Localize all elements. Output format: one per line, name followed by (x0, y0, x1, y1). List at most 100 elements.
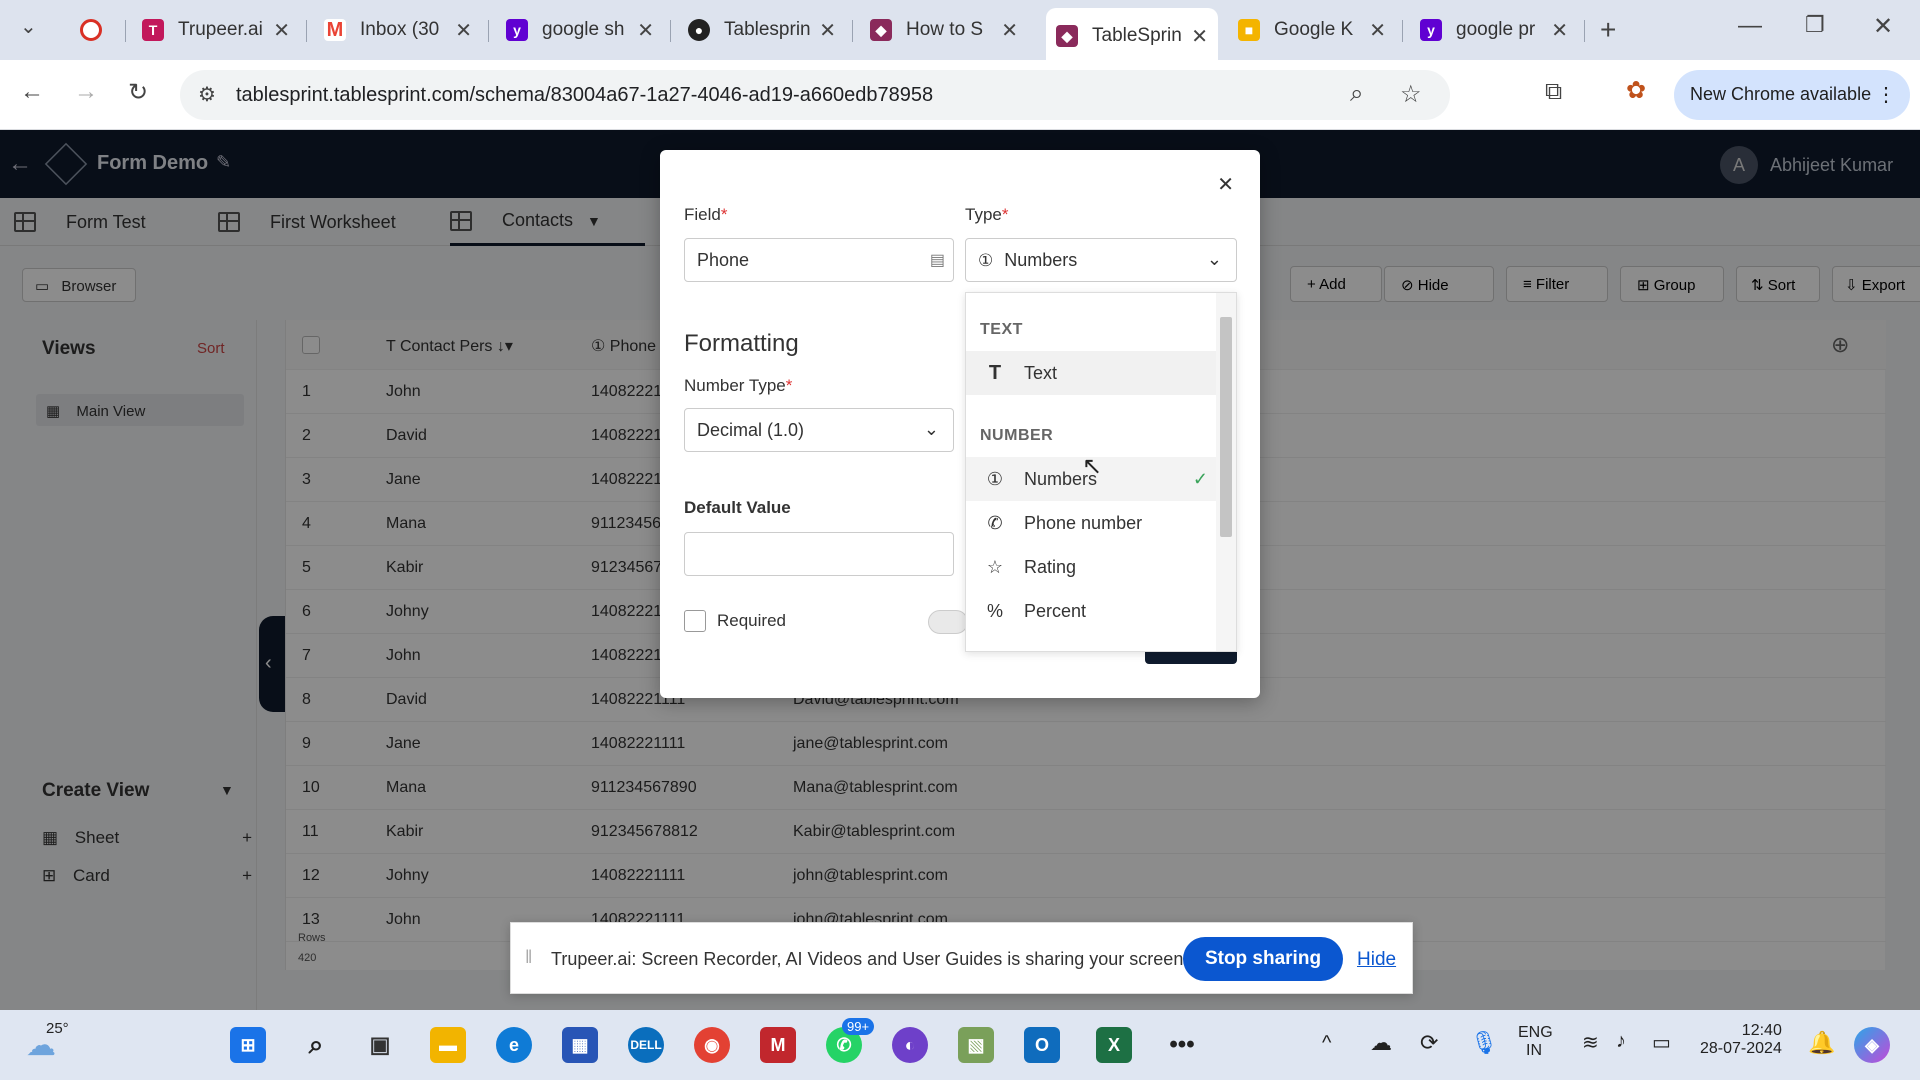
search-icon[interactable]: ⌕ (298, 1027, 334, 1063)
dropdown-scrollbar[interactable] (1216, 293, 1236, 651)
browser-tab-google-keep[interactable]: ■ Google K ✕ (1228, 12, 1396, 48)
stop-sharing-button[interactable]: Stop sharing (1183, 937, 1343, 981)
browser-tab-strip: ⌄ T Trupeer.ai ✕ M Inbox (30 ✕ y google … (0, 0, 1920, 60)
minimize-icon[interactable]: — (1738, 12, 1762, 40)
required-label: Required (717, 611, 786, 630)
bookmark-star-icon[interactable]: ☆ (1400, 80, 1422, 109)
close-icon[interactable]: ✕ (1001, 18, 1018, 43)
numbers-icon: ① (978, 251, 994, 270)
option-phone-number[interactable]: ✆ Phone number (966, 501, 1216, 545)
close-icon[interactable]: ✕ (1369, 18, 1386, 43)
battery-icon[interactable]: ▭ (1652, 1030, 1671, 1055)
app-icon[interactable]: ▧ (958, 1027, 994, 1063)
keep-icon: ■ (1238, 19, 1260, 41)
microphone-icon[interactable]: 🎙 (1470, 1030, 1498, 1056)
option-percent[interactable]: % Percent (966, 589, 1216, 633)
number-type-select[interactable]: Decimal (1.0) ⌄ (684, 408, 954, 452)
onedrive-icon[interactable]: ☁ (1370, 1030, 1392, 1056)
tab-label: Google K (1274, 19, 1354, 40)
sync-icon[interactable]: ⟳ (1420, 1030, 1438, 1056)
browser-tab-yahoo-1[interactable]: y google sh ✕ (496, 12, 664, 48)
toggle-switch[interactable] (928, 610, 968, 634)
formatting-title: Formatting (684, 330, 799, 357)
chevron-up-icon[interactable]: ^ (1322, 1032, 1331, 1055)
tab-label: Trupeer.ai (178, 19, 263, 40)
hide-share-bar-link[interactable]: Hide (1357, 949, 1396, 971)
extension-leaf-icon[interactable]: ✿ (1626, 76, 1646, 105)
url-text[interactable]: tablesprint.tablesprint.com/schema/83004… (236, 84, 933, 107)
reload-icon[interactable]: ↻ (128, 78, 148, 107)
outlook-icon[interactable]: O (1024, 1027, 1060, 1063)
group-header-text: TEXT (980, 321, 1023, 338)
tablesprint-icon: ◆ (1056, 25, 1078, 47)
zoom-icon[interactable]: ⌕ (1350, 80, 1363, 108)
option-rating[interactable]: ☆ Rating (966, 545, 1216, 589)
yahoo-icon: y (1420, 19, 1442, 41)
browser-tab-gmail[interactable]: M Inbox (30 ✕ (314, 12, 482, 48)
screen-share-bar: ‖ Trupeer.ai: Screen Recorder, AI Videos… (510, 922, 1413, 994)
more-apps-icon[interactable]: ••• (1164, 1027, 1200, 1063)
edge-icon[interactable]: e (496, 1027, 532, 1063)
tab-label: TableSprin (1092, 25, 1182, 46)
gmail-icon: M (324, 19, 346, 41)
volume-icon[interactable]: ♪ (1616, 1030, 1626, 1053)
close-icon[interactable]: ✕ (1191, 24, 1208, 49)
number-type-label: Number Type* (684, 376, 793, 395)
browser-tab-recorder[interactable] (70, 12, 120, 48)
task-view-icon[interactable]: ▣ (362, 1027, 398, 1063)
excel-icon[interactable]: X (1096, 1027, 1132, 1063)
option-text[interactable]: T Text (966, 351, 1216, 395)
browser-toolbar: ← → ↻ ⚙ tablesprint.tablesprint.com/sche… (0, 60, 1920, 130)
dell-icon[interactable]: DELL (628, 1027, 664, 1063)
browser-tab-yahoo-2[interactable]: y google pr ✕ (1410, 12, 1578, 48)
back-icon[interactable]: ← (20, 78, 44, 106)
browser-tab-tablesprint-active[interactable]: ◆ TableSprin ✕ (1046, 8, 1218, 60)
github-icon: ● (688, 19, 710, 41)
phone-icon: ✆ (987, 512, 1003, 533)
store-icon[interactable]: ▦ (562, 1027, 598, 1063)
forward-icon[interactable]: → (74, 78, 98, 106)
share-message: Trupeer.ai: Screen Recorder, AI Videos a… (551, 949, 1189, 969)
tab-search-icon[interactable]: ⌄ (20, 14, 37, 39)
field-name-input[interactable]: Phone ▤ (684, 238, 954, 282)
star-icon: ☆ (986, 556, 1004, 577)
close-icon[interactable]: ✕ (455, 18, 472, 43)
scrollbar-thumb[interactable] (1220, 317, 1232, 537)
mouse-cursor-icon: ↖ (1082, 453, 1103, 480)
new-tab-icon[interactable]: + (1600, 14, 1616, 46)
file-explorer-icon[interactable]: ▬ (430, 1027, 466, 1063)
close-icon[interactable]: ✕ (637, 18, 654, 43)
extensions-icon[interactable]: ⧉ (1545, 78, 1562, 106)
tab-label: google pr (1456, 19, 1536, 40)
language-indicator[interactable]: ENG IN (1518, 1024, 1553, 1060)
close-icon[interactable]: ✕ (1551, 18, 1568, 43)
default-value-input[interactable] (684, 532, 954, 576)
close-icon[interactable]: ✕ (273, 18, 290, 43)
field-label: Field* (684, 205, 728, 224)
type-select[interactable]: ① Numbers ⌄ (965, 238, 1237, 282)
site-info-icon[interactable]: ⚙ (198, 82, 216, 107)
browser-tab-trupeer[interactable]: T Trupeer.ai ✕ (132, 12, 300, 48)
omnibox[interactable]: ⚙ tablesprint.tablesprint.com/schema/830… (180, 70, 1450, 120)
close-icon[interactable]: ✕ (819, 18, 836, 43)
mcafee-icon[interactable]: M (760, 1027, 796, 1063)
windows-start-icon[interactable]: ⊞ (230, 1027, 266, 1063)
chevron-down-icon: ⌄ (1206, 249, 1222, 269)
windows-taskbar: ☁ 25° ⊞ ⌕ ▣ ▬ e ▦ DELL ◉ M ✆ 99+ ◐ ▧ O X… (0, 1010, 1920, 1080)
browser-tab-howto[interactable]: ◆ How to S ✕ (860, 12, 1028, 48)
restore-icon[interactable]: ❐ (1805, 12, 1825, 38)
tab-label: Inbox (30 (360, 19, 440, 40)
github-desktop-icon[interactable]: ◐ (892, 1027, 928, 1063)
wifi-icon[interactable]: ≋ (1582, 1030, 1599, 1055)
notification-bell-icon[interactable]: 🔔 (1808, 1030, 1835, 1056)
browser-tab-github[interactable]: ● Tablesprin ✕ (678, 12, 846, 48)
chrome-update-button[interactable]: New Chrome available ⋮ (1674, 70, 1910, 120)
chrome-icon[interactable]: ◉ (694, 1027, 730, 1063)
copilot-icon[interactable]: ◈ (1854, 1027, 1890, 1063)
drag-handle-icon[interactable]: ‖ (525, 947, 532, 968)
yahoo-icon: y (506, 19, 528, 41)
required-checkbox[interactable] (684, 610, 706, 632)
close-icon[interactable]: ✕ (1217, 172, 1234, 197)
window-close-icon[interactable]: ✕ (1873, 12, 1893, 41)
clock[interactable]: 12:40 28-07-2024 (1700, 1022, 1782, 1058)
